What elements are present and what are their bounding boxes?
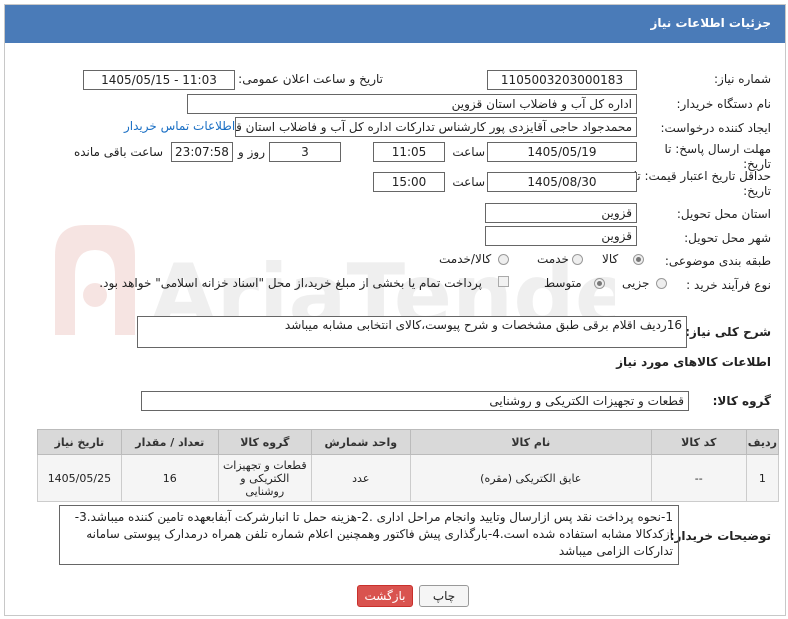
goods-group-label: گروه کالا: [712,394,771,408]
buyer-org-field[interactable]: اداره کل آب و فاضلاب استان قزوین [187,94,637,114]
deadline-time-field[interactable]: 11:05 [373,142,445,162]
col-header-qty: تعداد / مقدار [120,429,219,455]
col-header-unit: واحد شمارش [310,429,411,455]
category-radio-goods-service[interactable] [498,254,509,265]
cell-code: -- [650,454,747,502]
process-label: نوع فرآیند خرید : [686,278,771,292]
announce-field[interactable]: 1405/05/15 - 11:03 [83,70,235,90]
days-label: روز و [238,145,265,159]
deadline-label: مهلت ارسال پاسخ: تا تاریخ: [664,142,771,171]
validity-time-label: ساعت [452,175,485,189]
city-label: شهر محل تحویل: [684,231,771,245]
need-number-label: شماره نیاز: [714,72,771,86]
buyer-notes-field[interactable]: 1-نحوه پرداخت نقد پس ازارسال وتایید وانج… [59,505,679,565]
remaining-time-field[interactable]: 23:07:58 [171,142,233,162]
announce-label: تاریخ و ساعت اعلان عمومی: [238,72,383,86]
creator-label: ایجاد کننده درخواست: [660,121,771,135]
cell-unit: عدد [310,454,411,502]
cell-row-number: 1 [745,454,780,502]
province-field[interactable]: قزوین [485,203,637,223]
buyer-notes-label: توضیحات خریدار: [669,529,771,543]
days-field[interactable]: 3 [269,142,341,162]
category-option-goods-service: کالا/خدمت [439,252,492,266]
buyer-contact-link[interactable]: اطلاعات تماس خریدار [124,119,235,133]
deadline-date-field[interactable]: 1405/05/19 [487,142,637,162]
print-button[interactable]: چاپ [419,585,469,607]
col-header-group: گروه کالا [217,429,312,455]
cell-qty: 16 [120,454,219,502]
validity-date-field[interactable]: 1405/08/30 [487,172,637,192]
cell-name: عایق الکتریکی (مقره) [409,454,652,502]
goods-group-field[interactable]: قطعات و تجهیزات الکتریکی و روشنایی [141,391,689,411]
table-row[interactable]: 1 -- عایق الکتریکی (مقره) عدد قطعات و تج… [37,454,780,502]
process-option-medium: متوسط [544,276,582,290]
category-label: طبقه بندی موضوعی: [664,254,771,268]
col-header-code: کد کالا [650,429,747,455]
province-label: استان محل تحویل: [676,207,771,221]
process-radio-minor[interactable] [656,278,667,289]
process-radio-medium[interactable] [594,278,605,289]
need-number-field[interactable]: 1105003203000183 [487,70,637,90]
description-label: شرح کلی نیاز: [685,325,771,339]
treasury-payment-checkbox[interactable] [498,276,509,287]
deadline-time-label: ساعت [452,145,485,159]
col-header-date: تاریخ نیاز [37,429,122,455]
category-radio-service[interactable] [572,254,583,265]
back-button[interactable]: بازگشت [357,585,413,607]
process-option-minor: جزیی [622,276,650,290]
category-option-service: خدمت [537,252,569,266]
remaining-label: ساعت باقی مانده [73,145,163,159]
buyer-org-label: نام دستگاه خریدار: [676,97,772,111]
category-radio-goods[interactable] [633,254,644,265]
panel-header: جزئیات اطلاعات نیاز [5,5,785,43]
description-field[interactable]: 16ردیف اقلام برقی طبق مشخصات و شرح پیوست… [137,316,687,348]
validity-label: حداقل تاریخ اعتبار قیمت: تا تاریخ: [633,169,771,198]
details-panel: جزئیات اطلاعات نیاز AriaTender.neT شماره… [4,4,786,616]
goods-table: ردیف کد کالا نام کالا واحد شمارش گروه کا… [37,429,780,502]
cell-date: 1405/05/25 [37,454,122,502]
cell-group: قطعات و تجهیزات الکتریکی و روشنایی [217,454,312,502]
panel-title: جزئیات اطلاعات نیاز [650,16,771,30]
col-header-row-number: ردیف [745,429,780,455]
table-header-row: ردیف کد کالا نام کالا واحد شمارش گروه کا… [37,429,780,455]
treasury-payment-note: پرداخت تمام یا بخشی از مبلغ خرید،از محل … [99,276,482,290]
category-option-goods: کالا [602,252,619,266]
validity-time-field[interactable]: 15:00 [373,172,445,192]
city-field[interactable]: قزوین [485,226,637,246]
col-header-name: نام کالا [409,429,652,455]
creator-field[interactable]: محمدجواد حاجی آقایزدی پور کارشناس تدارکا… [235,117,637,137]
goods-section-title: اطلاعات کالاهای مورد نیاز [616,355,771,369]
